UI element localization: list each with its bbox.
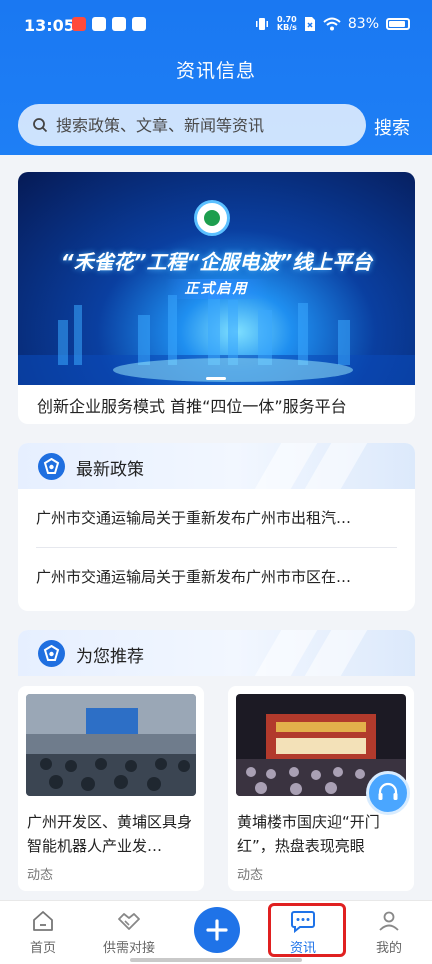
section-header: 为您推荐 [18,630,415,676]
platform-logo-icon [194,200,230,236]
sim-disabled-icon [304,17,315,31]
user-icon [379,911,399,931]
policy-icon [38,453,65,480]
highlight-annotation [268,903,346,957]
search-bar[interactable] [18,104,366,146]
latest-policy-section: 最新政策 广州市交通运输局关于重新发布广州市出租汽… 广州市交通运输局关于重新发… [18,443,415,611]
plus-icon [206,919,228,941]
section-title: 为您推荐 [76,647,144,667]
home-icon [33,911,53,931]
app-notification-icon [72,17,86,31]
search-button[interactable]: 搜索 [374,114,410,140]
news-tag: 动态 [237,868,264,883]
section-header: 最新政策 [18,443,415,489]
customer-service-button[interactable] [366,771,410,815]
status-bar: 13:05 0.70 KB/s 83% [0,0,432,52]
section-title: 最新政策 [76,460,144,480]
banner-subline: 正式启用 [18,278,415,299]
tab-mine[interactable]: 我的 [346,909,432,956]
tab-label: 我的 [375,941,402,956]
crown-icon [92,17,106,31]
vibrate-icon [255,18,268,30]
recommend-icon [38,640,65,667]
tab-home[interactable]: 首页 [0,909,86,956]
tab-label: 供需对接 [102,941,155,956]
news-thumbnail [26,694,196,796]
recommend-card[interactable]: 广州开发区、黄埔区具身智能机器人产业发… 动态 [18,686,204,891]
tab-label: 首页 [29,941,56,956]
wifi-icon [323,17,341,31]
net-speed-unit: KB/s [276,23,297,32]
decor-stripe [304,443,368,489]
news-title: 黄埔楼市国庆迎“开门红”，热盘表现亮眼 [237,813,380,855]
publish-button[interactable] [194,907,240,953]
list-item[interactable]: 广州市交通运输局关于重新发布广州市市区在… [18,548,415,606]
search-input[interactable] [56,115,346,135]
battery-percent: 83% [347,16,379,32]
search-icon [33,118,48,133]
tab-supply-demand[interactable]: 供需对接 [86,909,172,956]
app-icon [132,17,146,31]
carousel-indicator [206,377,226,380]
recommend-section: 为您推荐 [18,630,415,676]
list-item[interactable]: 广州市交通运输局关于重新发布广州市出租汽… [18,489,415,547]
page-title: 资讯信息 [175,60,256,82]
decor-stripe [304,630,368,676]
handshake-icon [118,913,140,930]
banner-image[interactable]: “禾雀花”工程“企服电波”线上平台 正式启用 [18,172,415,385]
battery-icon [386,18,410,30]
status-time: 13:05 [24,16,75,35]
banner-caption[interactable]: 创新企业服务模式 首推“四位一体”服务平台 [37,393,347,417]
banner-headline: “禾雀花”工程“企服电波”线上平台 [60,250,373,274]
net-speed: 0.70 KB/s [277,16,297,32]
banner-card[interactable]: “禾雀花”工程“企服电波”线上平台 正式启用 创新企业服务模式 首推“四位一体”… [18,172,415,424]
notification-icons [72,17,146,31]
bottom-tab-bar: 首页 供需对接 资讯 我的 [0,900,432,964]
news-tag: 动态 [27,868,54,883]
banner-subline-text: 正式启用 [164,279,269,299]
headset-icon [378,782,398,800]
calendar-icon [112,17,126,31]
home-indicator [130,958,302,962]
status-right: 0.70 KB/s 83% [254,16,410,32]
news-title: 广州开发区、黄埔区具身智能机器人产业发… [27,813,193,855]
